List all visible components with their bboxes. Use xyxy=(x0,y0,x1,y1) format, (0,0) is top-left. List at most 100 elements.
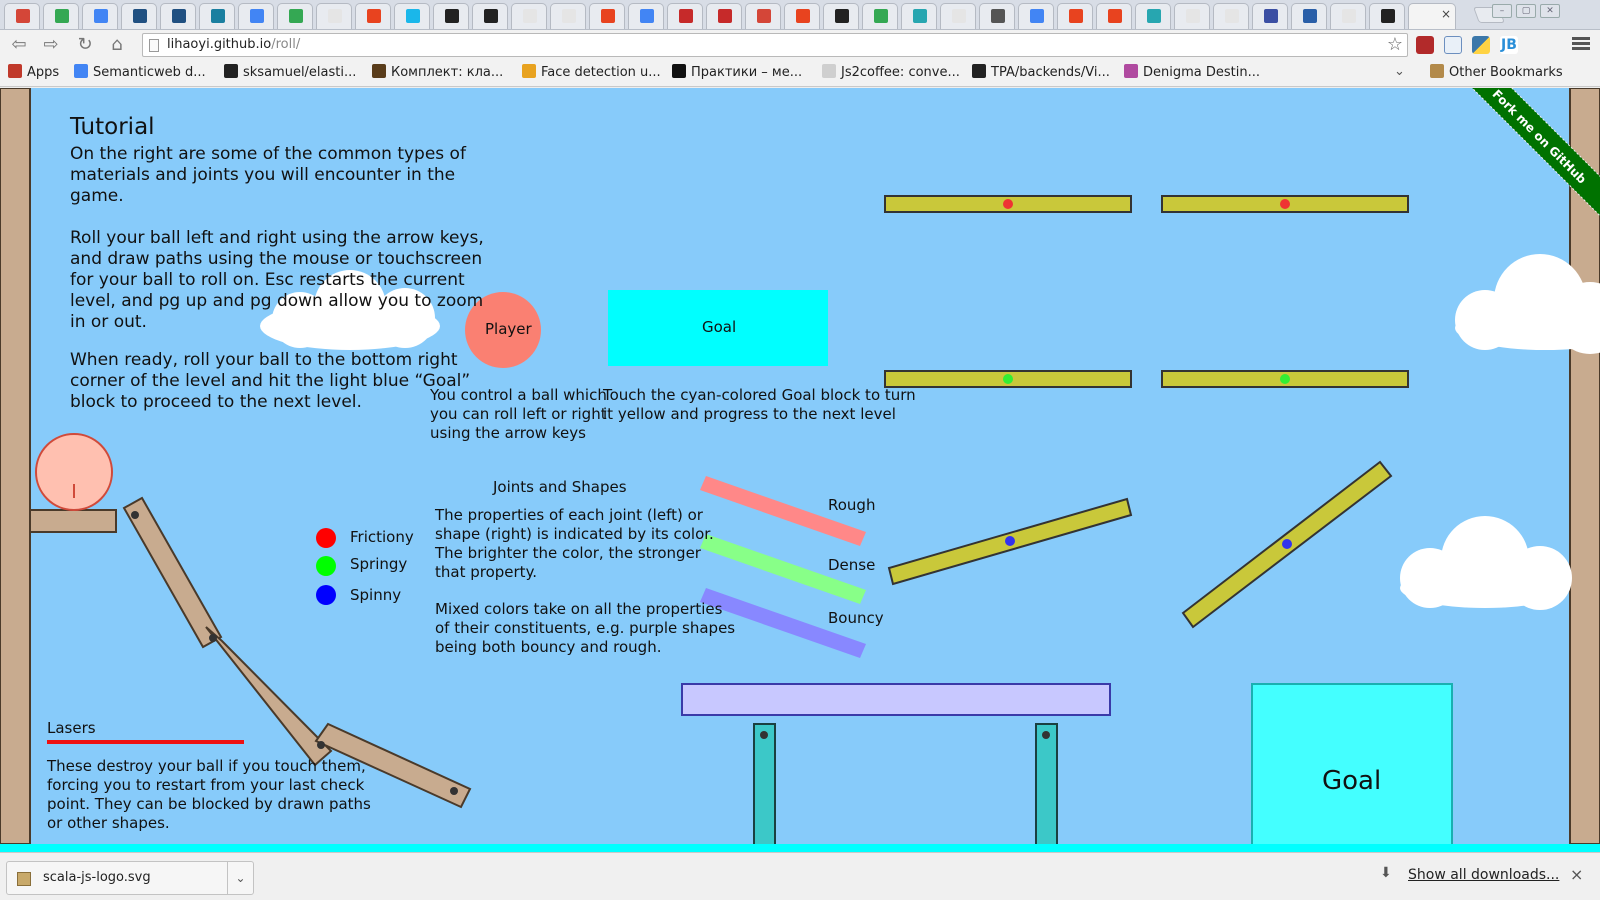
close-shelf-icon[interactable]: × xyxy=(1570,865,1583,884)
browser-tab[interactable] xyxy=(160,3,196,29)
back-button[interactable]: ⇦ xyxy=(6,33,32,57)
bookmark-item[interactable]: Semanticweb d... xyxy=(74,64,206,80)
bi-icon xyxy=(672,64,686,78)
jetbrains-icon[interactable]: JB xyxy=(1500,36,1518,54)
browser-tab[interactable] xyxy=(1174,3,1210,29)
bookmark-label: Apps xyxy=(27,65,60,80)
browser-tab[interactable] xyxy=(238,3,274,29)
browser-tab[interactable] xyxy=(1291,3,1327,29)
bookmark-item[interactable]: Face detection u... xyxy=(522,64,661,80)
bookmark-item[interactable]: Denigma Destin... xyxy=(1124,64,1260,80)
python-icon[interactable] xyxy=(1472,36,1490,54)
text-line: On the right are some of the common type… xyxy=(70,144,466,164)
legend-dense: Dense xyxy=(828,556,876,574)
maximize-button[interactable]: ▢ xyxy=(1516,4,1536,18)
browser-tab[interactable] xyxy=(472,3,508,29)
bookmark-item[interactable]: Комплект: кла... xyxy=(372,64,503,80)
browser-tab[interactable] xyxy=(277,3,313,29)
browser-tab[interactable] xyxy=(667,3,703,29)
browser-tab[interactable] xyxy=(199,3,235,29)
browser-tab[interactable] xyxy=(1057,3,1093,29)
text-line: in or out. xyxy=(70,312,147,332)
browser-tab[interactable] xyxy=(1096,3,1132,29)
browser-tab[interactable] xyxy=(511,3,547,29)
browser-tab[interactable] xyxy=(550,3,586,29)
extension-book-icon[interactable] xyxy=(1416,36,1434,54)
text-line: being both bouncy and rough. xyxy=(435,638,662,656)
text-line: These destroy your ball if you touch the… xyxy=(47,757,366,775)
browser-tab[interactable] xyxy=(1135,3,1171,29)
browser-tab[interactable] xyxy=(433,3,469,29)
close-tab-icon[interactable]: × xyxy=(1441,7,1451,21)
browser-tab[interactable] xyxy=(1213,3,1249,29)
text-line: You control a ball which xyxy=(430,386,607,404)
tab-strip: × – ▢ ✕ xyxy=(0,0,1600,30)
player-description: You control a ball which you can roll lef… xyxy=(430,386,607,443)
text-line: Touch the cyan-colored Goal block to tur… xyxy=(603,386,916,404)
close-window-button[interactable]: ✕ xyxy=(1540,4,1560,18)
show-all-downloads-link[interactable]: Show all downloads... xyxy=(1408,867,1559,883)
browser-tab[interactable] xyxy=(82,3,118,29)
browser-tab[interactable] xyxy=(121,3,157,29)
browser-tab[interactable] xyxy=(862,3,898,29)
browser-tab[interactable] xyxy=(979,3,1015,29)
download-arrow-icon: ⬇ xyxy=(1380,865,1392,881)
gmail-icon xyxy=(757,9,771,23)
game-canvas[interactable]: Fork me on GitHub Tutorial On the right … xyxy=(0,88,1600,844)
download-file-name[interactable]: scala-js-logo.svg xyxy=(43,870,151,885)
bookmark-item[interactable]: Js2coffee: conve... xyxy=(822,64,960,80)
browser-tab[interactable] xyxy=(901,3,937,29)
docs-icon xyxy=(94,9,108,23)
shield-icon xyxy=(601,9,615,23)
bookmark-label: Практики – ме... xyxy=(691,65,803,80)
forward-button[interactable]: ⇨ xyxy=(38,33,64,57)
browser-tab[interactable] xyxy=(628,3,664,29)
home-button[interactable]: ⌂ xyxy=(104,33,130,57)
browser-tab[interactable] xyxy=(355,3,391,29)
text-line: The brighter the color, the stronger xyxy=(435,544,701,562)
extension-music-icon[interactable] xyxy=(1444,36,1462,54)
browser-tab[interactable] xyxy=(940,3,976,29)
text-line: block to proceed to the next level. xyxy=(70,392,362,412)
download-item[interactable]: scala-js-logo.svg ⌄ xyxy=(6,861,254,895)
chevron-down-icon[interactable]: ⌄ xyxy=(227,862,253,894)
browser-toolbar: ⇦ ⇨ ↻ ⌂ lihaoyi.github.io/roll/ ☆ JB xyxy=(0,30,1600,60)
other-bookmarks[interactable]: Other Bookmarks xyxy=(1430,64,1563,80)
mixed-colors-description: Mixed colors take on all the properties o… xyxy=(435,600,735,657)
browser-tab[interactable] xyxy=(823,3,859,29)
bookmark-item[interactable]: Apps xyxy=(8,64,59,80)
docs-icon xyxy=(1030,9,1044,23)
reload-button[interactable]: ↻ xyxy=(72,33,98,57)
google-icon xyxy=(640,9,654,23)
active-browser-tab[interactable]: × xyxy=(1408,3,1456,29)
goal-description: Touch the cyan-colored Goal block to tur… xyxy=(603,386,916,424)
minimize-button[interactable]: – xyxy=(1492,4,1512,18)
bookmark-icon xyxy=(522,64,536,78)
browser-tab[interactable] xyxy=(1252,3,1288,29)
browser-tab[interactable] xyxy=(784,3,820,29)
text-line: Roll your ball left and right using the … xyxy=(70,228,484,248)
browser-tab[interactable] xyxy=(43,3,79,29)
browser-tab[interactable] xyxy=(4,3,40,29)
bookmark-item[interactable]: sksamuel/elasti... xyxy=(224,64,356,80)
browser-tab[interactable] xyxy=(394,3,430,29)
browser-tab[interactable] xyxy=(706,3,742,29)
page-icon xyxy=(523,9,537,23)
address-url[interactable]: lihaoyi.github.io/roll/ xyxy=(167,37,300,52)
menu-icon[interactable] xyxy=(1572,35,1590,55)
bookmark-label: sksamuel/elasti... xyxy=(243,65,357,80)
bookmark-item[interactable]: TPA/backends/Vi... xyxy=(972,64,1110,80)
cloud-right-bottom xyxy=(1400,516,1572,610)
browser-tab[interactable] xyxy=(1330,3,1366,29)
browser-tab[interactable] xyxy=(316,3,352,29)
bookmark-item[interactable]: Практики – ме... xyxy=(672,64,802,80)
bookmark-star-icon[interactable]: ☆ xyxy=(1387,34,1403,55)
play-icon xyxy=(874,9,888,23)
bookmarks-overflow-icon[interactable]: ⌄ xyxy=(1394,64,1405,79)
player-label: Player xyxy=(485,320,532,338)
browser-tab[interactable] xyxy=(589,3,625,29)
browser-tab[interactable] xyxy=(745,3,781,29)
browser-tab[interactable] xyxy=(1018,3,1054,29)
address-bar[interactable]: lihaoyi.github.io/roll/ ☆ xyxy=(142,33,1408,57)
browser-tab[interactable] xyxy=(1369,3,1405,29)
